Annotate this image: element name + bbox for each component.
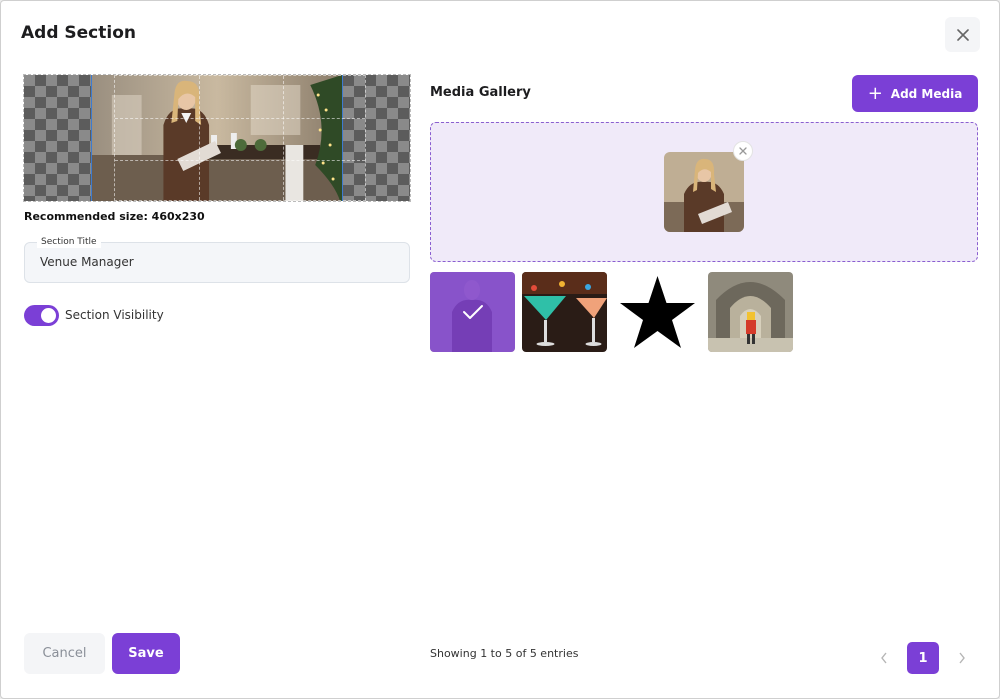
chevron-left-icon: [881, 652, 887, 664]
woman-photo-icon: [664, 152, 744, 232]
section-visibility-toggle[interactable]: [24, 305, 59, 326]
section-title-input[interactable]: [40, 255, 400, 269]
star-icon: [615, 272, 700, 352]
entries-count: Showing 1 to 5 of 5 entries: [430, 647, 579, 660]
selected-overlay: [430, 272, 515, 352]
section-title-label: Section Title: [37, 236, 101, 248]
section-visibility-label: Section Visibility: [65, 308, 164, 322]
media-dropzone[interactable]: [430, 122, 978, 262]
plus-icon: +: [867, 82, 883, 104]
gallery-thumb-cocktail-glasses[interactable]: [522, 272, 607, 352]
archway-photo-icon: [708, 272, 793, 352]
add-section-modal: Add Section Recommended size: 460x230 Se…: [0, 0, 1000, 699]
cropped-photo: [91, 75, 343, 201]
checkmark-icon: [462, 305, 483, 319]
add-media-label: Add Media: [890, 86, 963, 101]
pagination-next[interactable]: [950, 644, 974, 672]
close-icon: [956, 28, 969, 41]
gallery-thumb-black-star[interactable]: [615, 272, 700, 352]
selected-media-preview: [664, 152, 744, 232]
save-button[interactable]: Save: [112, 633, 180, 674]
close-button[interactable]: [945, 17, 980, 52]
recommended-size-hint: Recommended size: 460x230: [24, 210, 205, 223]
modal-title: Add Section: [21, 23, 136, 43]
cocktail-photo-icon: [522, 272, 607, 352]
pagination-page-1[interactable]: 1: [907, 642, 939, 674]
cancel-button[interactable]: Cancel: [24, 633, 105, 674]
image-cropper[interactable]: [23, 74, 411, 202]
close-icon: [739, 147, 747, 155]
gallery-thumb-stone-archway-corridor[interactable]: [708, 272, 793, 352]
gallery-thumb-woman-with-laptop[interactable]: [430, 272, 515, 352]
pagination-prev[interactable]: [872, 644, 896, 672]
chevron-right-icon: [959, 652, 965, 664]
add-media-button[interactable]: + Add Media: [852, 75, 978, 112]
remove-media-button[interactable]: [733, 141, 753, 161]
section-title-field: Section Title: [24, 236, 410, 283]
media-gallery-title: Media Gallery: [430, 85, 531, 100]
toggle-knob: [41, 308, 56, 323]
